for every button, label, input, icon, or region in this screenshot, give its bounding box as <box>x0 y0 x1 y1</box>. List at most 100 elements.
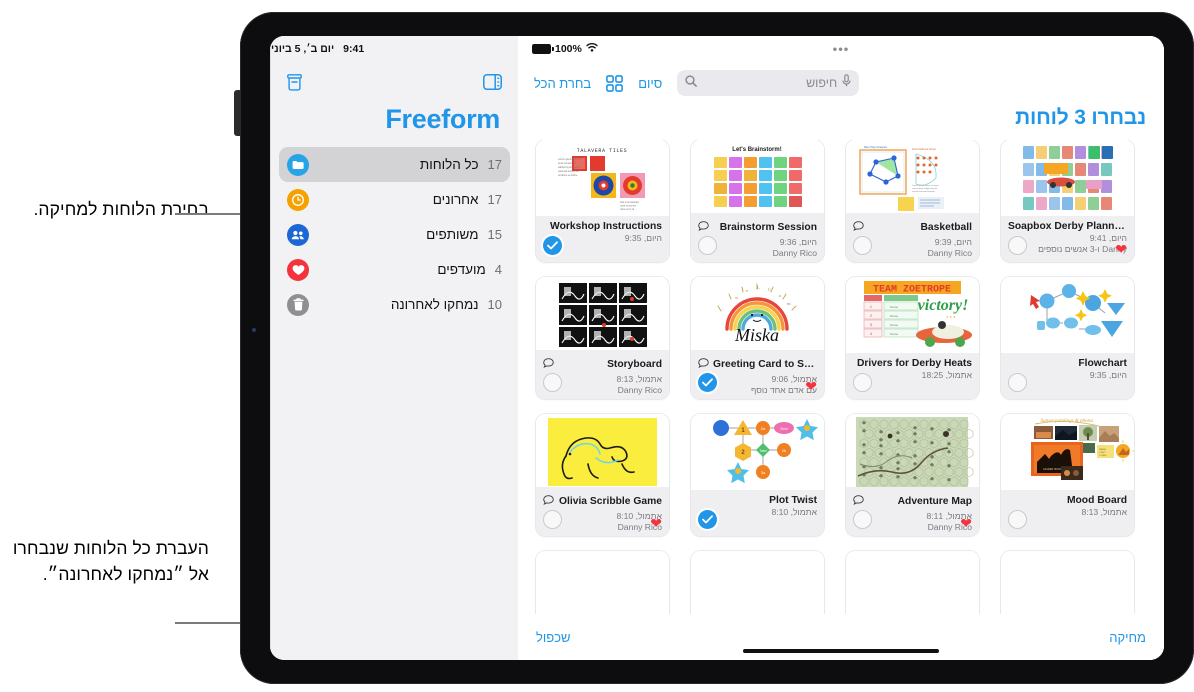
svg-text:Lorem ipsum dolor sit: Lorem ipsum dolor sit <box>558 158 581 161</box>
board-card-partial[interactable] <box>536 551 669 614</box>
selection-checkbox-empty[interactable] <box>853 510 872 529</box>
svg-text:TEAM ZOETROPE: TEAM ZOETROPE <box>873 285 951 296</box>
done-button[interactable]: סיום <box>638 76 662 91</box>
boards-grid: TALAVERA TILES Lorem ipsum dolor sit ame… <box>536 140 1146 614</box>
svg-text:C: C <box>768 287 771 292</box>
board-card[interactable]: Storyboard אתמול, 8:13 Danny Rico <box>536 277 669 399</box>
board-card[interactable]: Let's Brainstorm! Brainstorm Session היום,… <box>691 140 824 262</box>
board-card[interactable]: weL Com Miska ❤ Greeting Card to Sign אתמו… <box>691 277 824 399</box>
folder-icon <box>287 153 309 176</box>
board-title: Basketball <box>920 221 972 233</box>
svg-text:Main Plays Diagram: Main Plays Diagram <box>864 145 887 149</box>
trash-icon <box>287 293 309 316</box>
sidebar-item-label: נמחקו לאחרונה <box>390 297 479 312</box>
status-time: 9:41 <box>343 43 365 55</box>
sidebar-item-3[interactable]: משותפים 15 <box>279 217 510 252</box>
comment-bubble-icon <box>543 355 554 373</box>
board-card-partial[interactable] <box>691 551 824 614</box>
delete-button[interactable]: מחיקה <box>1109 630 1146 645</box>
board-thumbnail <box>1001 277 1134 353</box>
sidebar-item-count: 10 <box>487 297 502 312</box>
svg-text:sed do eiusmod tempor: sed do eiusmod tempor <box>912 190 935 193</box>
comment-bubble-icon <box>698 355 709 373</box>
status-date: יום ב׳, 5 ביוני <box>271 43 335 55</box>
sidebar-item-2[interactable]: אחרונים 17 <box>279 182 510 217</box>
sidebar-item-4[interactable]: מועדפים 4 <box>279 252 510 287</box>
main-toolbar: בחרת הכל סיום חיפוש <box>518 62 1164 104</box>
board-card[interactable]: Main Plays Diagram Zone Defense Setup Lo… <box>846 140 979 262</box>
board-card[interactable]: Sunset paintings & photos GOLDEN HOUR WA… <box>1001 414 1134 536</box>
home-indicator <box>743 648 939 653</box>
board-thumbnail: Main Plays Diagram Zone Defense Setup Lo… <box>846 140 979 213</box>
board-card[interactable]: ❤ Adventure Map אתמול, 8:11 Danny Rico <box>846 414 979 536</box>
svg-text:GOLDEN HOUR: GOLDEN HOUR <box>1043 468 1061 471</box>
board-title: Greeting Card to Sign <box>713 358 817 370</box>
battery-indicator: 100% <box>532 43 598 55</box>
board-card[interactable]: ❤ Olivia Scribble Game אתמול, 8:10 Danny Ri… <box>536 414 669 536</box>
sidebar-item-1[interactable]: כל הלוחות 17 <box>279 147 510 182</box>
board-title: Plot Twist <box>769 495 817 506</box>
selection-checkbox-empty[interactable] <box>1008 236 1027 255</box>
board-card-partial[interactable] <box>846 551 979 614</box>
comment-bubble-icon <box>698 218 709 236</box>
board-card[interactable]: 1 2a End 2 Twist 2b 3a Plot Twist אתמול, … <box>691 414 824 536</box>
svg-text:1: 1 <box>870 305 872 309</box>
more-dots-icon[interactable]: ••• <box>833 42 850 57</box>
search-input[interactable]: חיפוש <box>677 70 860 96</box>
board-title: Brainstorm Session <box>719 221 817 233</box>
selection-checkbox-checked[interactable] <box>543 236 562 255</box>
board-title: Adventure Map <box>897 495 972 507</box>
sidebar: 9:41 יום ב׳, 5 ביוני Freeform כל הלוחות … <box>270 36 518 660</box>
sidebar-item-label: כל הלוחות <box>419 157 479 172</box>
svg-text:ut labore et dolore: ut labore et dolore <box>558 174 578 177</box>
sidebar-item-label: מועדפים <box>437 262 486 277</box>
svg-text:Name: Name <box>890 332 898 336</box>
board-title: Workshop Instructions <box>550 221 662 232</box>
favorite-heart-icon: ❤ <box>805 378 817 394</box>
board-title: Olivia Scribble Game <box>558 495 662 507</box>
sidebar-toggle-icon[interactable] <box>483 74 502 90</box>
board-card[interactable]: TEAM ZOETROPE 1 Name 2 Name 3 Name 4 Name victo… <box>846 277 979 399</box>
camera-dot <box>252 328 256 332</box>
selection-checkbox-empty[interactable] <box>853 373 872 392</box>
board-thumbnail <box>846 414 979 487</box>
selection-checkbox-empty[interactable] <box>1008 373 1027 392</box>
svg-text:2a: 2a <box>761 426 766 431</box>
comment-bubble-icon <box>853 218 864 236</box>
favorite-heart-icon: ❤ <box>1115 241 1127 257</box>
board-card-partial[interactable] <box>1001 551 1134 614</box>
selection-checkbox-empty[interactable] <box>543 373 562 392</box>
svg-text:victory!: victory! <box>918 297 969 314</box>
comment-bubble-icon <box>543 492 554 510</box>
board-title: Mood Board <box>1066 495 1127 506</box>
sidebar-item-5[interactable]: נמחקו לאחרונה 10 <box>279 287 510 322</box>
app-title: Freeform <box>385 104 500 134</box>
select-all-button[interactable]: בחרת הכל <box>534 76 591 91</box>
heart-icon <box>287 258 309 281</box>
selection-checkbox-empty[interactable] <box>698 236 717 255</box>
svg-text:2: 2 <box>870 314 872 318</box>
selection-checkbox-empty[interactable] <box>853 236 872 255</box>
svg-text:Lorem ipsum dolor sit amet: Lorem ipsum dolor sit amet <box>912 184 939 187</box>
selection-checkbox-checked[interactable] <box>698 373 717 392</box>
svg-text:Name: Name <box>890 305 898 309</box>
svg-text:natus error sit: natus error sit <box>620 208 634 211</box>
board-thumbnail <box>1001 551 1134 614</box>
svg-text:eiusmod tempor inc: eiusmod tempor inc <box>558 170 580 173</box>
microphone-icon[interactable] <box>842 74 851 92</box>
duplicate-button[interactable]: שכפול <box>536 630 571 645</box>
selection-checkbox-checked[interactable] <box>698 510 717 529</box>
board-card[interactable]: ❤ Soapbox Derby Plannin… היום, 9:41 Danny ו… <box>1001 140 1134 262</box>
svg-text:m: m <box>787 301 791 306</box>
board-card[interactable]: Flowchart היום, 9:35 <box>1001 277 1134 399</box>
board-thumbnail <box>1001 140 1134 216</box>
board-card[interactable]: TALAVERA TILES Lorem ipsum dolor sit ame… <box>536 140 669 262</box>
selection-checkbox-empty[interactable] <box>543 510 562 529</box>
selection-checkbox-empty[interactable] <box>1008 510 1027 529</box>
archive-box-icon[interactable] <box>287 73 302 91</box>
board-thumbnail: 1 2a End 2 Twist 2b 3a <box>691 414 824 490</box>
boards-grid-scroll[interactable]: TALAVERA TILES Lorem ipsum dolor sit ame… <box>518 140 1164 614</box>
svg-text:amet consectetur: amet consectetur <box>558 162 577 165</box>
grid-view-icon[interactable] <box>606 74 624 92</box>
board-thumbnail <box>691 551 824 614</box>
